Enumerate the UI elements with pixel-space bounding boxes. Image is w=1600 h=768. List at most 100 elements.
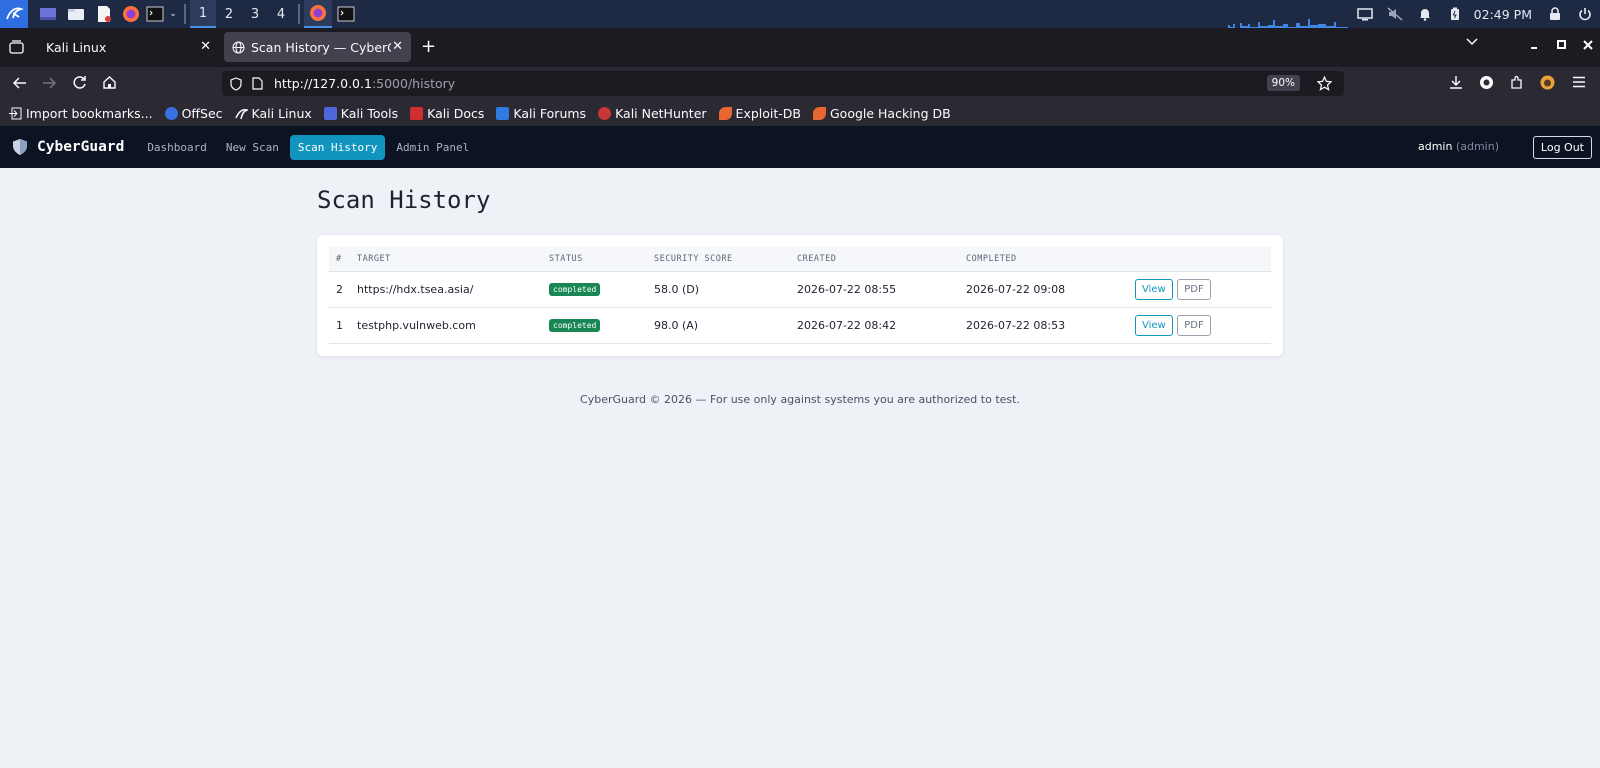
close-icon[interactable]: ✕ [200,39,211,54]
account-icon[interactable] [1479,75,1494,90]
display-icon[interactable] [1350,0,1380,28]
tab-title: Kali Linux [46,39,107,55]
terminal-window-icon[interactable] [332,0,360,28]
app-navbar: CyberGuard Dashboard New Scan Scan Histo… [0,126,1600,168]
pdf-button[interactable]: PDF [1177,314,1211,336]
scan-target: testphp.vulnweb.com [357,307,549,344]
nav-scan-history[interactable]: Scan History [289,134,386,160]
security-score: 58.0 (D) [654,271,797,308]
view-button[interactable]: View [1135,278,1173,300]
browser-tab-bar: Kali Linux ✕ Scan History — CyberGua ✕ + [0,28,1600,67]
url-bar[interactable]: http://127.0.0.1:5000/history 90% [222,71,1344,96]
actions-cell: View PDF [1135,307,1271,344]
bookmarks-bar: Import bookmarks... OffSec Kali Linux Ka… [0,100,1600,126]
bookmark-google-hacking-db[interactable]: Google Hacking DB [812,106,951,121]
show-desktop-icon[interactable] [34,0,62,28]
close-icon[interactable]: ✕ [392,39,403,54]
home-icon[interactable] [102,75,117,90]
maximize-icon[interactable] [1557,40,1566,49]
page-footer: CyberGuard © 2026 — For use only against… [580,393,1020,406]
bookmark-kali-tools[interactable]: Kali Tools [323,105,399,121]
scan-target: https://hdx.tsea.asia/ [357,271,549,308]
table-row: 2 https://hdx.tsea.asia/ completed 58.0 … [329,271,1271,308]
user-role: (admin) [1455,140,1499,153]
column-header-completed: COMPLETED [966,247,1135,272]
bookmark-label: Import bookmarks... [26,105,153,121]
column-header-actions [1135,247,1271,272]
url-path: :5000/history [371,76,456,91]
brand-link[interactable]: CyberGuard [12,138,124,156]
battery-icon[interactable] [1440,0,1470,28]
bookmark-kali-linux[interactable]: Kali Linux [234,106,312,121]
nav-new-scan[interactable]: New Scan [218,135,287,160]
workspace-2[interactable]: 2 [216,0,242,28]
view-button[interactable]: View [1135,314,1173,336]
text-editor-icon[interactable] [90,0,118,28]
actions-cell: View PDF [1135,271,1271,308]
bookmark-label: OffSec [181,105,223,121]
nav-admin-panel[interactable]: Admin Panel [388,135,477,160]
volume-muted-icon[interactable] [1380,0,1410,28]
workspace-3[interactable]: 3 [242,0,268,28]
completed-at: 2026-07-22 08:53 [966,307,1135,344]
menu-hamburger-icon[interactable] [1572,76,1586,88]
file-manager-icon[interactable] [62,0,90,28]
taskbar: ⌄ 1 2 3 4 02:49 PM [0,0,1600,28]
tab-overview-icon[interactable] [9,40,24,54]
reload-icon[interactable] [72,75,87,90]
workspace-4[interactable]: 4 [268,0,294,28]
current-user: admin (admin) [1418,140,1499,153]
new-tab-icon[interactable]: + [421,36,436,57]
table-header-row: # TARGET STATUS SECURITY SCORE CREATED C… [329,247,1271,272]
page-info-icon[interactable] [252,77,263,90]
forward-icon[interactable] [42,76,57,90]
nav-dashboard[interactable]: Dashboard [139,135,215,160]
lock-icon[interactable] [1540,0,1570,28]
extension-fox-icon[interactable] [1540,75,1555,90]
shield-icon[interactable] [230,77,242,91]
url-text[interactable]: http://127.0.0.1:5000/history [274,76,455,91]
back-icon[interactable] [12,76,27,90]
zoom-level[interactable]: 90% [1266,75,1300,91]
firefox-window-icon[interactable] [304,0,332,28]
bookmark-label: Kali Tools [340,105,399,121]
bookmark-kali-docs[interactable]: Kali Docs [410,106,484,121]
bookmark-exploit-db[interactable]: Exploit-DB [718,105,801,121]
chevron-down-icon[interactable]: ⌄ [166,0,180,28]
kali-menu-icon[interactable] [0,0,28,28]
status-cell: completed [549,307,654,344]
bookmark-label: Exploit-DB [735,105,801,121]
extensions-icon[interactable] [1509,75,1524,90]
logout-button[interactable]: Log Out [1532,136,1592,159]
exploit-db-icon [718,106,732,120]
brand-name: CyberGuard [37,139,125,155]
list-tabs-chevron-icon[interactable] [1466,38,1478,46]
workspace-1[interactable]: 1 [190,0,216,28]
bookmark-offsec[interactable]: OffSec [164,105,223,121]
power-icon[interactable] [1570,0,1600,28]
table-row: 1 testphp.vulnweb.com completed 98.0 (A)… [329,307,1271,344]
notification-bell-icon[interactable] [1410,0,1440,28]
bookmark-kali-forums[interactable]: Kali Forums [496,106,586,121]
bookmark-kali-nethunter[interactable]: Kali NetHunter [598,106,707,121]
bookmark-star-icon[interactable] [1317,76,1332,91]
kali-tools-icon [323,106,337,120]
minimize-icon[interactable] [1530,42,1538,50]
kali-forums-icon [496,106,510,120]
window-close-icon[interactable] [1583,40,1593,50]
column-header-status: STATUS [549,247,654,272]
firefox-icon[interactable] [118,0,144,28]
divider [298,4,300,24]
bookmark-import[interactable]: Import bookmarks... [9,106,153,121]
tab-scan-history[interactable]: Scan History — CyberGua ✕ [224,32,411,62]
status-badge: completed [549,283,601,296]
tab-kali-linux[interactable]: Kali Linux ✕ [35,32,219,62]
downloads-icon[interactable] [1449,75,1463,90]
clock[interactable]: 02:49 PM [1470,7,1540,22]
globe-icon [232,41,245,54]
pdf-button[interactable]: PDF [1177,278,1211,300]
kali-dragon-icon [234,107,248,120]
shield-logo-icon [12,138,28,156]
terminal-icon[interactable] [144,0,166,28]
nethunter-icon [598,106,612,120]
